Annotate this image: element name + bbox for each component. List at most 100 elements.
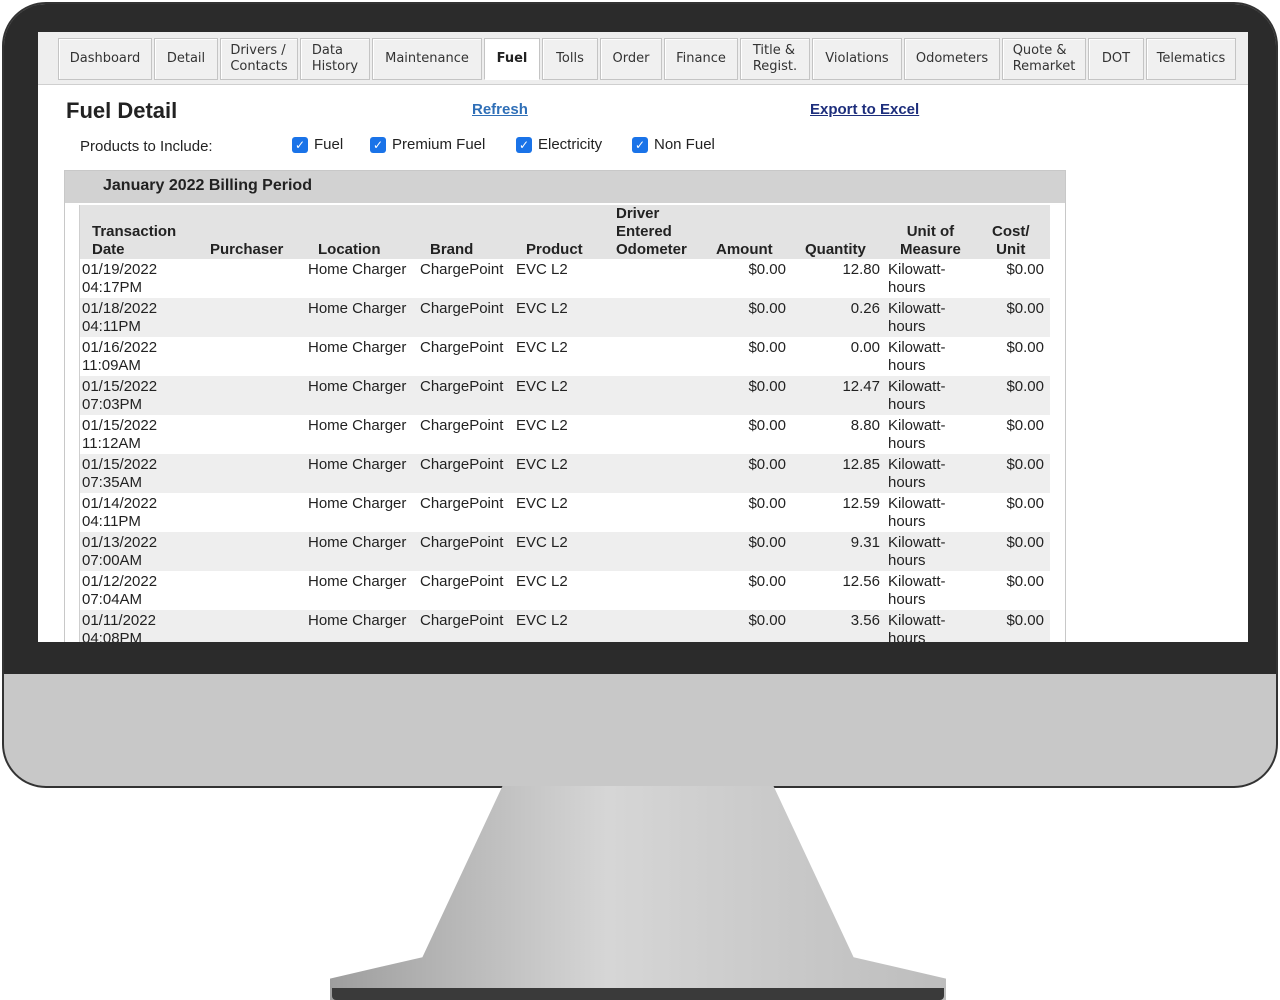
cell-unit: Kilowatt- hours (888, 300, 946, 335)
tab-drivers-contacts[interactable]: Drivers / Contacts (220, 38, 298, 80)
cell-date: 01/13/2022 07:00AM (82, 534, 158, 569)
cell-location: Home Charger (308, 534, 407, 551)
column-location[interactable]: Location (318, 241, 381, 259)
cell-brand: ChargePoint (420, 300, 504, 317)
cell-product: EVC L2 (516, 456, 568, 473)
column-unit-of-measure[interactable]: Unit of Measure (900, 223, 961, 259)
tab-quote-remarket[interactable]: Quote & Remarket (1002, 38, 1086, 80)
checkbox-electricity[interactable]: ✓ Electricity (516, 136, 602, 153)
cell-location: Home Charger (308, 261, 407, 278)
cell-cost: $0.00 (1006, 456, 1044, 473)
tab-fuel[interactable]: Fuel (484, 38, 540, 80)
table-row: 01/14/2022 04:11PM Home Charger ChargePoin… (80, 493, 1050, 532)
products-label: Products to Include: (80, 138, 213, 155)
tab-maintenance[interactable]: Maintenance (372, 38, 482, 80)
tab-order[interactable]: Order (600, 38, 662, 80)
table-row: 01/15/2022 07:35AM Home Charger ChargePoin… (80, 454, 1050, 493)
cell-cost: $0.00 (1006, 339, 1044, 356)
export-to-excel-link[interactable]: Export to Excel (810, 101, 919, 118)
cell-brand: ChargePoint (420, 573, 504, 590)
cell-amount: $0.00 (748, 612, 786, 629)
cell-amount: $0.00 (748, 456, 786, 473)
tab-detail[interactable]: Detail (154, 38, 218, 80)
tab-bar: Dashboard Detail Drivers / Contacts Data… (38, 32, 1248, 85)
cell-brand: ChargePoint (420, 378, 504, 395)
cell-amount: $0.00 (748, 573, 786, 590)
cell-cost: $0.00 (1006, 261, 1044, 278)
cell-amount: $0.00 (748, 417, 786, 434)
tab-finance[interactable]: Finance (664, 38, 738, 80)
refresh-link[interactable]: Refresh (472, 101, 528, 118)
cell-product: EVC L2 (516, 534, 568, 551)
checkbox-electricity-label: Electricity (538, 136, 603, 153)
cell-location: Home Charger (308, 339, 407, 356)
tab-dashboard[interactable]: Dashboard (58, 38, 152, 80)
cell-cost: $0.00 (1006, 378, 1044, 395)
page-title: Fuel Detail (66, 98, 178, 123)
column-amount[interactable]: Amount (716, 241, 773, 259)
table-row: 01/13/2022 07:00AM Home Charger ChargePoin… (80, 532, 1050, 571)
column-quantity[interactable]: Quantity (805, 241, 866, 259)
checkbox-fuel[interactable]: ✓ Fuel (292, 136, 343, 153)
cell-unit: Kilowatt- hours (888, 417, 946, 452)
table-row: 01/11/2022 04:08PM Home Charger ChargePoin… (80, 610, 1050, 642)
column-purchaser[interactable]: Purchaser (210, 241, 283, 259)
checkbox-non-fuel[interactable]: ✓ Non Fuel (632, 136, 715, 153)
cell-quantity: 0.26 (850, 300, 880, 317)
cell-date: 01/14/2022 04:11PM (82, 495, 158, 530)
cell-brand: ChargePoint (420, 456, 504, 473)
tab-tolls[interactable]: Tolls (542, 38, 598, 80)
cell-date: 01/16/2022 11:09AM (82, 339, 158, 374)
column-cost-per-unit[interactable]: Cost/ Unit (992, 223, 1030, 259)
cell-product: EVC L2 (516, 417, 568, 434)
cell-location: Home Charger (308, 417, 407, 434)
table-row: 01/12/2022 07:04AM Home Charger ChargePoin… (80, 571, 1050, 610)
cell-quantity: 12.59 (842, 495, 880, 512)
tab-dot[interactable]: DOT (1088, 38, 1144, 80)
cell-unit: Kilowatt- hours (888, 573, 946, 608)
cell-amount: $0.00 (748, 495, 786, 512)
monitor-bezel: Dashboard Detail Drivers / Contacts Data… (4, 4, 1276, 674)
table-header: Transaction Date Purchaser Location Bran… (80, 205, 1050, 259)
cell-amount: $0.00 (748, 378, 786, 395)
cell-quantity: 9.31 (850, 534, 880, 551)
column-product[interactable]: Product (526, 241, 583, 259)
cell-product: EVC L2 (516, 261, 568, 278)
table-row: 01/15/2022 07:03PM Home Charger ChargePoin… (80, 376, 1050, 415)
tab-telematics[interactable]: Telematics (1146, 38, 1236, 80)
cell-brand: ChargePoint (420, 495, 504, 512)
cell-product: EVC L2 (516, 300, 568, 317)
fuel-transactions-table: Transaction Date Purchaser Location Bran… (79, 205, 1052, 642)
column-transaction-date[interactable]: Transaction Date (92, 223, 176, 259)
table-row: 01/18/2022 04:11PM Home Charger ChargePoin… (80, 298, 1050, 337)
cell-quantity: 3.56 (850, 612, 880, 629)
cell-amount: $0.00 (748, 339, 786, 356)
tab-odometers[interactable]: Odometers (904, 38, 1000, 80)
cell-unit: Kilowatt- hours (888, 339, 946, 374)
cell-location: Home Charger (308, 495, 407, 512)
cell-unit: Kilowatt- hours (888, 612, 946, 642)
cell-brand: ChargePoint (420, 534, 504, 551)
cell-date: 01/15/2022 07:03PM (82, 378, 158, 413)
cell-brand: ChargePoint (420, 261, 504, 278)
column-driver-entered-odometer[interactable]: Driver Entered Odometer (616, 205, 687, 259)
cell-quantity: 12.47 (842, 378, 880, 395)
cell-brand: ChargePoint (420, 339, 504, 356)
cell-cost: $0.00 (1006, 495, 1044, 512)
tab-violations[interactable]: Violations (812, 38, 902, 80)
tab-data-history[interactable]: Data History (300, 38, 370, 80)
checkbox-premium-fuel[interactable]: ✓ Premium Fuel (370, 136, 485, 153)
cell-date: 01/15/2022 07:35AM (82, 456, 158, 491)
cell-location: Home Charger (308, 573, 407, 590)
cell-date: 01/12/2022 07:04AM (82, 573, 158, 608)
checkmark-icon: ✓ (370, 136, 386, 153)
billing-period-title: January 2022 Billing Period (103, 177, 312, 194)
cell-amount: $0.00 (748, 300, 786, 317)
table-row: 01/19/2022 04:17PM Home Charger ChargePoin… (80, 259, 1050, 298)
tab-title-regist[interactable]: Title & Regist. (740, 38, 810, 80)
cell-location: Home Charger (308, 456, 407, 473)
column-brand[interactable]: Brand (430, 241, 473, 259)
cell-location: Home Charger (308, 378, 407, 395)
cell-cost: $0.00 (1006, 534, 1044, 551)
cell-product: EVC L2 (516, 339, 568, 356)
